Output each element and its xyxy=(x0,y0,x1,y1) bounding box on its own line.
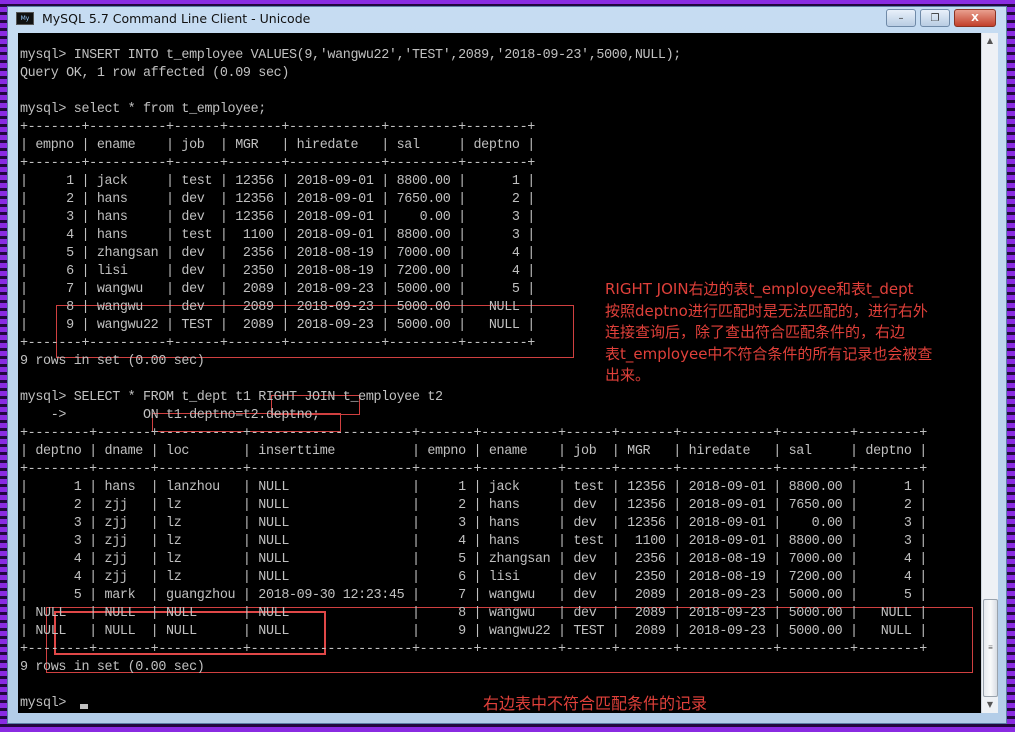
title-bar[interactable]: My MySQL 5.7 Command Line Client - Unico… xyxy=(8,7,1006,29)
table-row: | empno | ename | job | MGR | hiredate |… xyxy=(20,138,535,153)
table-row: | 4 | zjj | lz | NULL | 5 | zhangsan | d… xyxy=(20,552,927,567)
command-line: mysql> INSERT INTO t_employee VALUES(9,'… xyxy=(20,48,681,63)
table-border-line: +-------+----------+------+-------+-----… xyxy=(20,120,535,135)
restore-button[interactable]: ❐ xyxy=(920,9,950,27)
table-border-line: +--------+-------+-----------+----------… xyxy=(20,426,927,441)
right-join-explanation-note: RIGHT JOIN右边的表t_employee和表t_dept 按照deptn… xyxy=(605,280,933,384)
table-row: | 2 | hans | dev | 12356 | 2018-09-01 | … xyxy=(20,192,535,207)
minimize-icon: – xyxy=(898,12,904,24)
table-row: | 3 | zjj | lz | NULL | 4 | hans | test … xyxy=(20,534,927,549)
table-border-line: +-------+----------+------+-------+-----… xyxy=(20,336,535,351)
mysql-console-window: My MySQL 5.7 Command Line Client - Unico… xyxy=(7,6,1007,724)
close-button[interactable]: X xyxy=(954,9,996,27)
vertical-scrollbar[interactable]: ▲ ≡ ▼ xyxy=(981,33,998,713)
table-row: | 6 | lisi | dev | 2350 | 2018-08-19 | 7… xyxy=(20,264,535,279)
table-row: | 9 | wangwu22 | TEST | 2089 | 2018-09-2… xyxy=(20,318,535,333)
console-line: 9 rows in set (0.00 sec) xyxy=(20,354,205,369)
console-line: -> ON t1.deptno=t2.deptno; xyxy=(20,408,320,423)
table-row: | NULL | NULL | NULL | NULL | 8 | wangwu… xyxy=(20,606,927,621)
table-row: | 8 | wangwu | dev | 2089 | 2018-09-23 |… xyxy=(20,300,535,315)
text-cursor xyxy=(79,704,88,709)
table-row: | 7 | wangwu | dev | 2089 | 2018-09-23 |… xyxy=(20,282,535,297)
console-line: 9 rows in set (0.00 sec) xyxy=(20,660,205,675)
console-output[interactable]: RIGHT JOIN右边的表t_employee和表t_dept 按照deptn… xyxy=(18,33,981,713)
scrollbar-thumb[interactable]: ≡ xyxy=(983,599,998,697)
table-row: | 4 | zjj | lz | NULL | 6 | lisi | dev |… xyxy=(20,570,927,585)
grip-icon: ≡ xyxy=(988,643,993,653)
table-row: | deptno | dname | loc | inserttime | em… xyxy=(20,444,927,459)
minimize-button[interactable]: – xyxy=(886,9,916,27)
unmatched-records-note: 右边表中不符合匹配条件的记录 xyxy=(483,694,708,713)
table-border-line: +--------+-------+-----------+----------… xyxy=(20,462,927,477)
table-row: | 1 | jack | test | 12356 | 2018-09-01 |… xyxy=(20,174,535,189)
close-icon: X xyxy=(971,12,979,24)
table-row: | 5 | mark | guangzhou | 2018-09-30 12:2… xyxy=(20,588,927,603)
table-row: | 5 | zhangsan | dev | 2356 | 2018-08-19… xyxy=(20,246,535,261)
table-row: | 1 | hans | lanzhou | NULL | 1 | jack |… xyxy=(20,480,927,495)
window-title: MySQL 5.7 Command Line Client - Unicode xyxy=(42,10,311,26)
table-border-line: +--------+-------+-----------+----------… xyxy=(20,642,927,657)
restore-icon: ❐ xyxy=(930,12,940,24)
command-prompt: mysql> xyxy=(20,695,88,713)
command-line: mysql> select * from t_employee; xyxy=(20,102,266,117)
table-row: | NULL | NULL | NULL | NULL | 9 | wangwu… xyxy=(20,624,927,639)
command-line: mysql> SELECT * FROM t_dept t1 RIGHT JOI… xyxy=(20,390,443,405)
scroll-down-arrow-icon[interactable]: ▼ xyxy=(982,697,998,713)
table-row: | 3 | hans | dev | 12356 | 2018-09-01 | … xyxy=(20,210,535,225)
scroll-up-arrow-icon[interactable]: ▲ xyxy=(982,33,998,49)
table-border-line: +-------+----------+------+-------+-----… xyxy=(20,156,535,171)
mysql-console-icon[interactable]: My xyxy=(16,11,34,25)
table-row: | 3 | zjj | lz | NULL | 3 | hans | dev |… xyxy=(20,516,927,531)
table-row: | 4 | hans | test | 1100 | 2018-09-01 | … xyxy=(20,228,535,243)
table-row: | 2 | zjj | lz | NULL | 2 | hans | dev |… xyxy=(20,498,927,513)
console-line: Query OK, 1 row affected (0.09 sec) xyxy=(20,66,289,81)
